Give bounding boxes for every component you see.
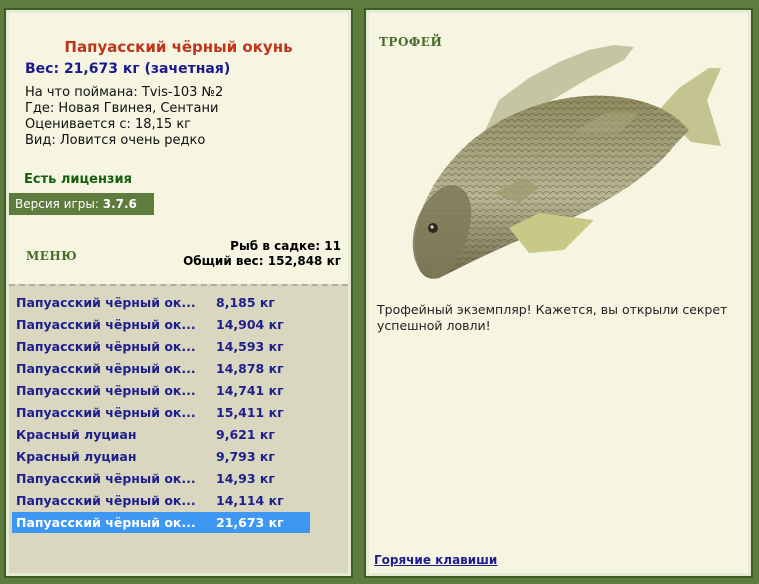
fish-weight-cell: 8,185 кг bbox=[216, 295, 275, 310]
license-status: Есть лицензия bbox=[24, 172, 132, 187]
fish-weight-cell: 15,411 кг bbox=[216, 405, 284, 420]
fish-name: Папуасский чёрный ок... bbox=[16, 361, 196, 376]
version-label: Версия игры: bbox=[15, 197, 99, 211]
hotkeys-link[interactable]: Горячие клавиши bbox=[374, 553, 497, 567]
fish-list-item[interactable]: Папуасский чёрный ок... 14,741 кг bbox=[12, 380, 310, 401]
fish-list-item[interactable]: Красный луциан 9,793 кг bbox=[12, 446, 310, 467]
menu-button[interactable]: МЕНЮ bbox=[26, 249, 77, 263]
fish-image bbox=[412, 45, 721, 279]
fish-weight-cell: 14,741 кг bbox=[216, 383, 284, 398]
fish-name: Папуасский чёрный ок... bbox=[16, 339, 196, 354]
trophy-message: Трофейный экземпляр! Кажется, вы открыли… bbox=[377, 302, 728, 333]
fish-name: Папуасский чёрный ок... bbox=[16, 471, 196, 486]
version-value: 3.7.6 bbox=[102, 197, 137, 211]
fish-list-item[interactable]: Папуасский чёрный ок... 15,411 кг bbox=[12, 402, 310, 423]
fish-name: Папуасский чёрный ок... bbox=[16, 295, 196, 310]
fish-name: Папуасский чёрный ок... bbox=[16, 383, 196, 398]
bait-info: На что поймана: Tvis-103 №2 bbox=[25, 85, 224, 100]
fish-name: Красный луциан bbox=[16, 449, 137, 464]
fish-weight-cell: 9,621 кг bbox=[216, 427, 275, 442]
catch-info-panel: Папуасский чёрный окунь Вес: 21,673 кг (… bbox=[4, 8, 353, 578]
fish-list-item-selected[interactable]: Папуасский чёрный ок... 21,673 кг bbox=[12, 512, 310, 533]
fish-weight-cell: 14,878 кг bbox=[216, 361, 284, 376]
fish-list-item[interactable]: Папуасский чёрный ок... 14,593 кг bbox=[12, 336, 310, 357]
fish-list-item[interactable]: Папуасский чёрный ок... 14,904 кг bbox=[12, 314, 310, 335]
location-info: Где: Новая Гвинея, Сентани bbox=[25, 101, 219, 116]
fish-list-item[interactable]: Папуасский чёрный ок... 14,114 кг bbox=[12, 490, 310, 511]
fish-name: Папуасский чёрный ок... bbox=[16, 515, 196, 530]
fish-weight-cell: 14,593 кг bbox=[216, 339, 284, 354]
fish-title: Папуасский чёрный окунь bbox=[64, 38, 293, 56]
keepnet-total-weight: Общий вес: 152,848 кг bbox=[183, 254, 341, 268]
fish-name: Красный луциан bbox=[16, 427, 137, 442]
rarity-info: Вид: Ловится очень редко bbox=[25, 133, 206, 148]
keepnet-count: Рыб в садке: 11 bbox=[230, 239, 341, 253]
fish-name: Папуасский чёрный ок... bbox=[16, 405, 196, 420]
fish-list-item[interactable]: Папуасский чёрный ок... 8,185 кг bbox=[12, 292, 310, 313]
valued-from-info: Оценивается с: 18,15 кг bbox=[25, 117, 192, 132]
fish-weight-cell: 14,904 кг bbox=[216, 317, 284, 332]
fish-list-item[interactable]: Папуасский чёрный ок... 14,93 кг bbox=[12, 468, 310, 489]
keepnet-summary: Рыб в садке: 11 Общий вес: 152,848 кг bbox=[183, 239, 341, 269]
fish-list-item[interactable]: Красный луциан 9,621 кг bbox=[12, 424, 310, 445]
fish-weight-cell: 14,114 кг bbox=[216, 493, 284, 508]
fish-name: Папуасский чёрный ок... bbox=[16, 317, 196, 332]
fish-list-item[interactable]: Папуасский чёрный ок... 14,878 кг bbox=[12, 358, 310, 379]
game-version: Версия игры: 3.7.6 bbox=[9, 193, 154, 215]
fish-weight-cell: 21,673 кг bbox=[216, 515, 284, 530]
fish-list: Папуасский чёрный ок... 8,185 кг Папуасс… bbox=[9, 284, 348, 573]
fish-weight-cell: 9,793 кг bbox=[216, 449, 275, 464]
fish-name: Папуасский чёрный ок... bbox=[16, 493, 196, 508]
fish-weight-cell: 14,93 кг bbox=[216, 471, 275, 486]
fish-weight: Вес: 21,673 кг (зачетная) bbox=[25, 61, 231, 77]
trophy-panel: ТРОФЕЙ Трофейный экземпляр! Кажется, вы … bbox=[364, 8, 753, 578]
